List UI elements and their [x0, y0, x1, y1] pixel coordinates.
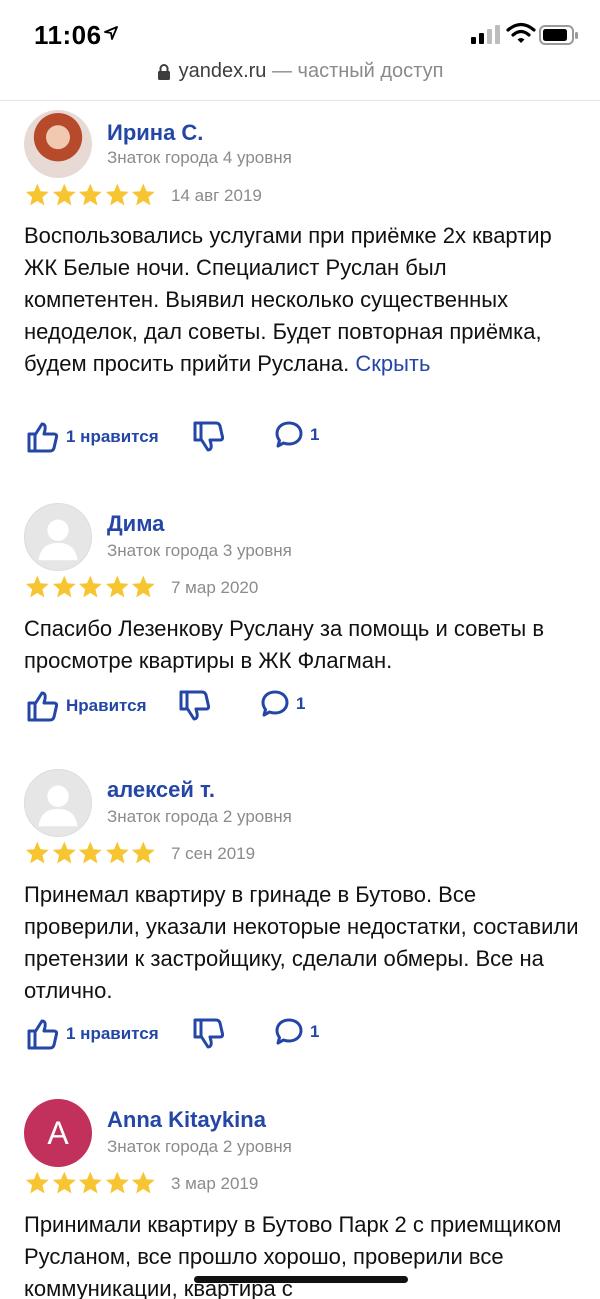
review-card: Дима Знаток города 3 уровня 7 мар 2020 С…	[0, 503, 600, 743]
divider	[0, 100, 600, 101]
review-actions: Нравится 1	[26, 689, 586, 729]
avatar[interactable]: A	[24, 1099, 92, 1167]
rating-stars	[24, 840, 157, 868]
star-icon	[79, 1171, 102, 1194]
url-bar[interactable]: yandex.ru — частный доступ	[0, 60, 600, 98]
star-icon	[105, 1171, 129, 1194]
author-level: Знаток города 3 уровня	[107, 541, 292, 560]
thumbs-down-icon[interactable]	[192, 420, 226, 454]
like-label: Нравится	[66, 696, 147, 715]
battery-icon	[539, 25, 578, 45]
rating-stars	[24, 574, 157, 602]
default-avatar-icon	[38, 519, 78, 561]
review-body: Воспользовались услугами при приёмке 2х …	[24, 223, 552, 376]
review-date: 14 авг 2019	[171, 186, 262, 205]
review-actions: 1 нравится 1	[26, 1017, 586, 1057]
star-icon	[25, 575, 49, 598]
collapse-link[interactable]: Скрыть	[355, 351, 430, 376]
star-icon	[105, 575, 129, 598]
star-icon	[79, 183, 102, 206]
star-icon	[79, 575, 102, 598]
author-name[interactable]: Дима	[107, 511, 164, 537]
avatar[interactable]	[24, 503, 92, 571]
status-bar: 11:06	[0, 0, 600, 60]
comments-button[interactable]: 1	[260, 689, 305, 725]
like-button[interactable]: Нравится	[26, 689, 147, 725]
thumbs-up-icon	[27, 1019, 59, 1050]
url-host: yandex.ru	[178, 60, 267, 83]
author-level: Знаток города 2 уровня	[107, 807, 292, 826]
review-date: 3 мар 2019	[171, 1174, 259, 1193]
thumbs-down-icon[interactable]	[192, 1017, 226, 1051]
like-button[interactable]: 1 нравится	[26, 1017, 159, 1053]
review-text: Воспользовались услугами при приёмке 2х …	[24, 220, 579, 380]
avatar[interactable]	[24, 769, 92, 837]
star-icon	[132, 575, 156, 598]
wifi-icon	[506, 22, 536, 43]
comment-count: 1	[296, 694, 306, 713]
comments-button[interactable]: 1	[274, 1017, 319, 1053]
author-level: Знаток города 2 уровня	[107, 1137, 292, 1156]
star-icon	[132, 841, 156, 864]
comment-count: 1	[310, 1022, 320, 1041]
thumbs-up-icon	[27, 422, 59, 453]
star-icon	[105, 183, 129, 206]
review-date: 7 сен 2019	[171, 844, 256, 863]
review-card: Ирина С. Знаток города 4 уровня 14 авг 2…	[0, 110, 600, 480]
cellular-signal-icon	[471, 25, 500, 44]
review-card: алексей т. Знаток города 2 уровня 7 сен …	[0, 769, 600, 1069]
comment-icon	[275, 421, 303, 448]
url-suffix: — частный доступ	[266, 60, 444, 83]
review-text: Принимали квартиру в Бутово Парк 2 с при…	[24, 1212, 562, 1299]
star-icon	[25, 183, 49, 206]
star-icon	[25, 1171, 49, 1194]
review-date: 7 мар 2020	[171, 578, 259, 597]
avatar[interactable]	[24, 110, 92, 178]
author-name[interactable]: алексей т.	[107, 777, 215, 803]
location-arrow-icon	[104, 26, 118, 40]
rating-stars	[24, 1170, 157, 1198]
home-indicator[interactable]	[194, 1276, 408, 1283]
like-label: 1 нравится	[66, 1024, 159, 1043]
comments-button[interactable]: 1	[274, 420, 319, 456]
star-icon	[52, 575, 76, 598]
comment-count: 1	[310, 425, 320, 444]
review-text: Принемал квартиру в гринаде в Бутово. Вс…	[24, 882, 579, 1003]
lock-icon	[157, 63, 170, 80]
review-card: A Anna Kitaykina Знаток города 2 уровня …	[0, 1099, 600, 1299]
like-button[interactable]: 1 нравится	[26, 420, 159, 456]
star-icon	[52, 841, 76, 864]
comment-icon	[275, 1018, 303, 1045]
star-icon	[79, 841, 102, 864]
status-time: 11:06	[34, 20, 102, 50]
review-text: Спасибо Лезенкову Руслану за помощь и со…	[24, 616, 545, 673]
author-name[interactable]: Anna Kitaykina	[107, 1107, 266, 1133]
like-label: 1 нравится	[66, 427, 159, 446]
comment-icon	[261, 690, 289, 717]
thumbs-up-icon	[27, 691, 59, 722]
author-level: Знаток города 4 уровня	[107, 148, 292, 167]
star-icon	[52, 183, 76, 206]
star-icon	[25, 841, 49, 864]
star-icon	[132, 1171, 156, 1194]
star-icon	[132, 183, 156, 206]
review-actions: 1 нравится 1	[26, 420, 586, 460]
default-avatar-icon	[38, 785, 78, 827]
star-icon	[105, 841, 129, 864]
rating-stars	[24, 182, 157, 210]
thumbs-down-icon[interactable]	[178, 689, 212, 723]
author-name[interactable]: Ирина С.	[107, 120, 203, 146]
star-icon	[52, 1171, 76, 1194]
